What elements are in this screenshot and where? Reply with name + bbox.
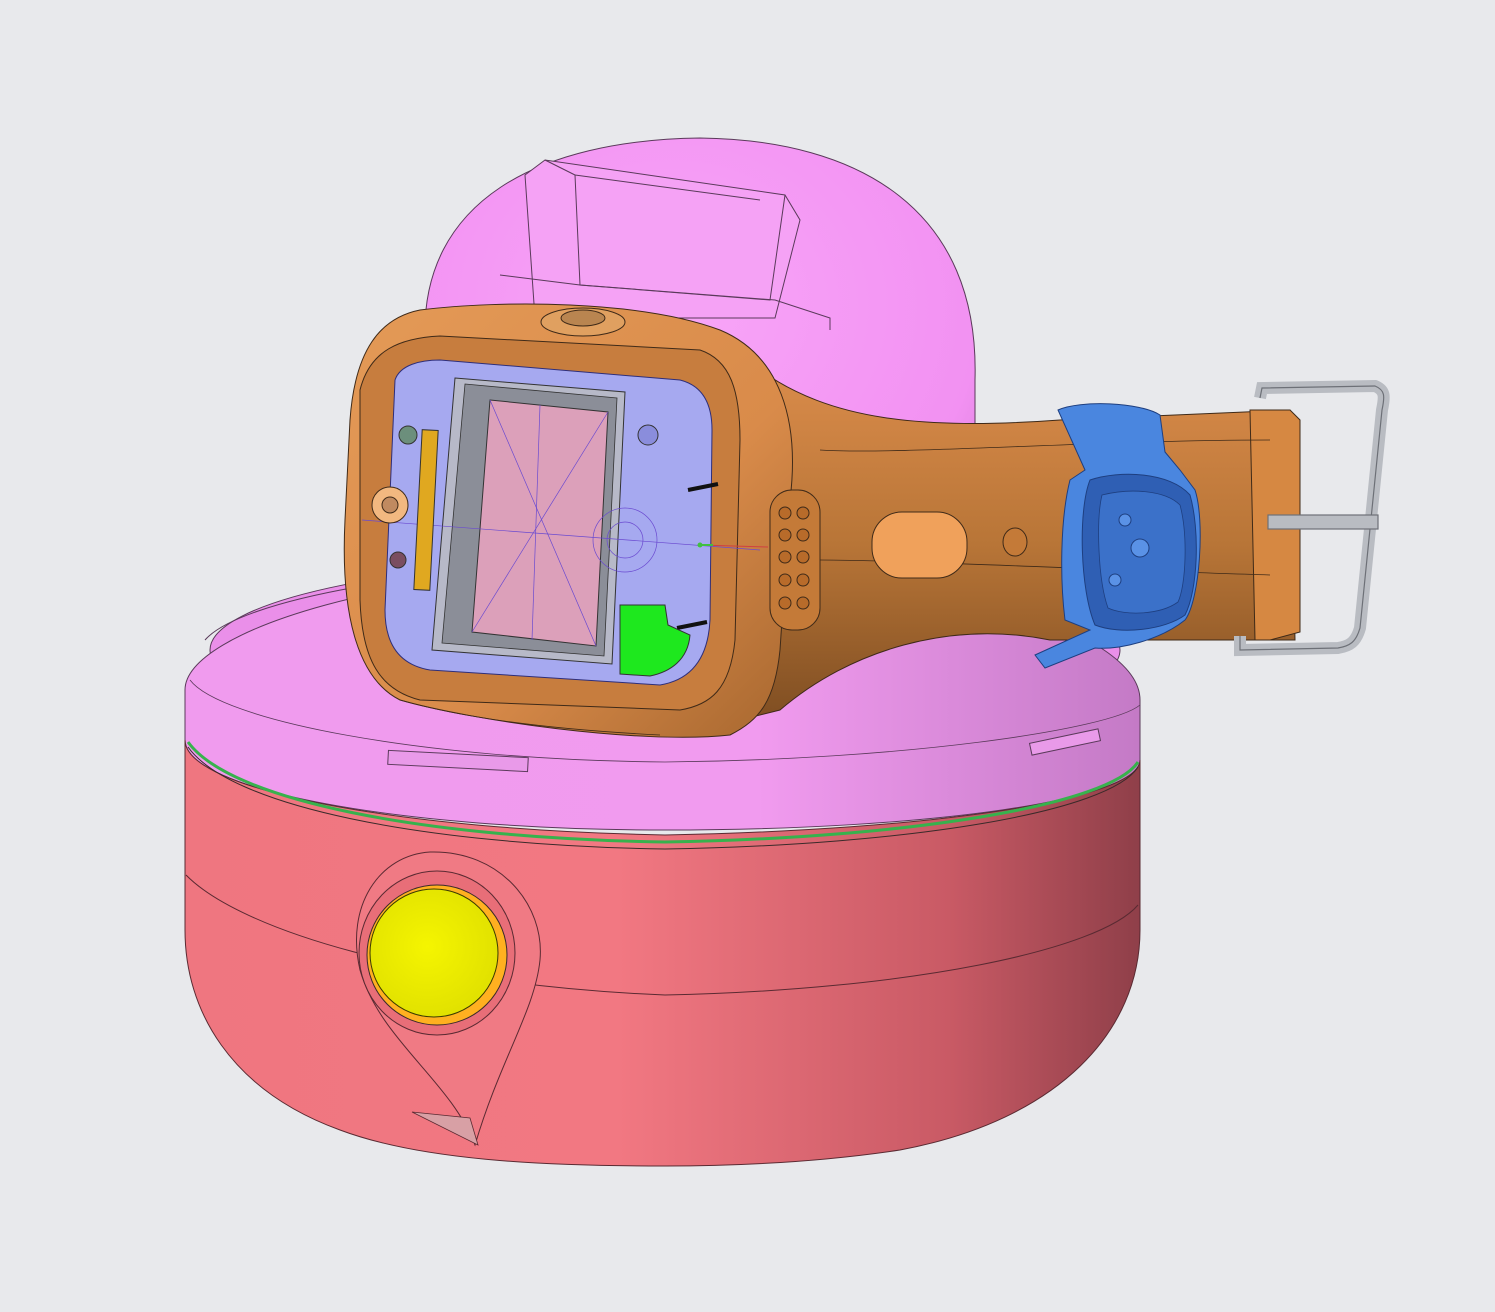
smart-watch[interactable] (343, 303, 821, 738)
power-button[interactable] (358, 870, 516, 1036)
strap-slot (871, 511, 968, 579)
speaker-grille (769, 489, 821, 631)
cad-viewport[interactable] (0, 0, 1495, 1312)
watch-screen[interactable] (471, 399, 609, 647)
strap-hole (1002, 527, 1028, 557)
model-canvas (184, 137, 1390, 1167)
